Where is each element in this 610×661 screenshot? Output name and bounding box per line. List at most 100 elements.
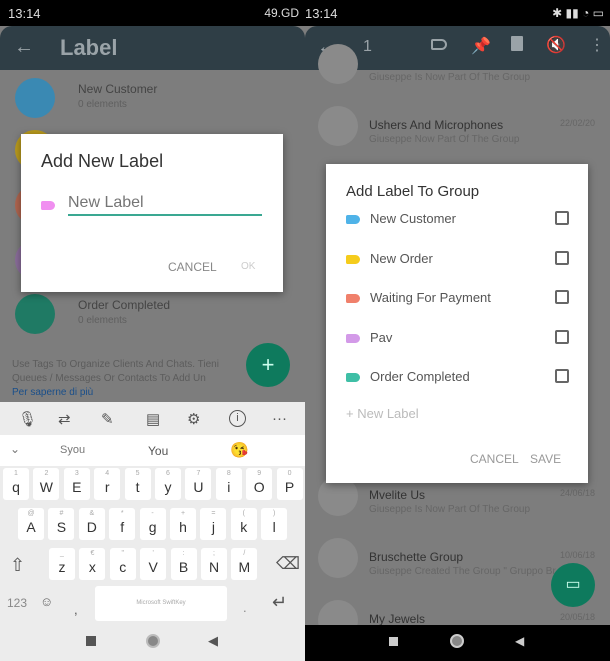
dialog-title: Add New Label — [41, 151, 164, 171]
suggestion[interactable]: You — [148, 444, 168, 458]
key-label: V — [148, 559, 158, 575]
add-label-fab[interactable]: + — [246, 343, 290, 387]
add-label-to-group-dialog: Add Label To Group New Customer New Order… — [326, 164, 588, 483]
key[interactable]: ' V — [140, 548, 167, 580]
key[interactable]: (k — [230, 508, 257, 540]
status-bar: 13:14 ✱ ▮▮ ◔ ▭ — [305, 0, 610, 26]
key[interactable]: + h — [170, 508, 196, 540]
key[interactable]: " c — [109, 548, 136, 580]
period-key[interactable]: . — [243, 600, 247, 615]
key[interactable]: 6y — [155, 468, 181, 500]
gear-icon[interactable]: ⚙ — [187, 410, 200, 428]
suggestion-emoji[interactable]: 😘 — [230, 441, 249, 459]
comma-key[interactable]: , — [74, 602, 78, 617]
back-icon[interactable]: ◀ — [208, 633, 218, 649]
key[interactable]: * f — [109, 508, 136, 540]
learn-more-link[interactable]: Per saperne di più — [12, 387, 93, 398]
label-name: Pav — [370, 329, 393, 345]
key-alt: 8 — [226, 470, 231, 477]
chat-title[interactable]: My Jewels — [369, 612, 425, 626]
new-chat-fab[interactable]: ▭ — [551, 563, 595, 607]
pen-icon[interactable]: ✎ — [101, 410, 114, 428]
key[interactable]: :B — [170, 548, 197, 580]
shift-icon[interactable]: ⇧ — [10, 555, 25, 576]
key[interactable]: 5t — [124, 468, 151, 500]
key[interactable]: 0P — [276, 468, 303, 500]
pin-icon[interactable]: 📌 — [471, 36, 491, 56]
delete-icon[interactable] — [511, 36, 523, 51]
key-alt: * — [120, 510, 124, 517]
label-tag-icon — [346, 254, 360, 264]
dialog-title: Add Label To Group — [346, 183, 480, 200]
new-label-button[interactable]: + New Label — [346, 406, 419, 421]
backspace-icon[interactable]: ⌫ — [276, 554, 300, 574]
label-checkbox[interactable] — [555, 211, 569, 225]
key[interactable]: 3E — [63, 468, 90, 500]
emoji-icon[interactable]: ☺ — [40, 594, 53, 609]
key[interactable]: 2W — [33, 468, 60, 500]
label-checkbox[interactable] — [555, 290, 569, 304]
label-tag-icon — [41, 201, 55, 210]
label-icon[interactable] — [431, 39, 447, 50]
more-icon[interactable]: ⋮ — [589, 35, 605, 55]
suggestion[interactable]: Syou — [60, 444, 85, 456]
key[interactable]: 4r — [94, 468, 121, 500]
label-tag-icon — [346, 373, 360, 382]
key[interactable]: -g — [139, 508, 166, 540]
key[interactable]: 7U — [185, 468, 212, 500]
add-new-label-dialog: Add New Label CANCEL OK — [21, 134, 283, 292]
key[interactable]: 8i — [215, 468, 242, 500]
key[interactable]: / M — [231, 548, 258, 580]
label-checkbox[interactable] — [555, 369, 569, 383]
translate-icon[interactable]: ⇄ — [58, 410, 71, 428]
chat-date: 10/06/18 — [560, 550, 596, 560]
home-icon[interactable] — [450, 634, 464, 648]
key[interactable]: @ A — [18, 508, 44, 540]
chat-title[interactable]: Bruschette Group — [369, 550, 463, 564]
save-button[interactable]: SAVE — [530, 452, 561, 466]
more-icon[interactable]: ··· — [272, 410, 287, 427]
enter-icon[interactable]: ↵ — [272, 592, 287, 613]
selection-count: 1 — [363, 38, 372, 55]
key-label: B — [178, 559, 189, 575]
key[interactable]: € x — [79, 548, 106, 580]
label-checkbox[interactable] — [555, 329, 569, 344]
key-label: c — [119, 559, 127, 575]
cancel-button[interactable]: CANCEL — [470, 452, 519, 466]
key[interactable]: # S — [48, 508, 75, 540]
label-tag-icon — [346, 333, 360, 343]
numbers-key[interactable]: 123 — [7, 596, 27, 610]
info-icon[interactable]: i — [229, 410, 246, 427]
mute-icon[interactable]: 🔇 — [546, 35, 566, 55]
label-checkbox[interactable] — [555, 250, 569, 265]
ok-button[interactable]: OK — [241, 261, 255, 272]
key[interactable]: ) l — [261, 508, 288, 540]
key-alt: ( — [242, 510, 245, 517]
key-alt: 7 — [196, 470, 201, 477]
key-label: W — [39, 479, 53, 495]
mic-icon[interactable]: 🎙 — [18, 410, 37, 428]
key[interactable]: & D — [78, 508, 105, 540]
key[interactable]: 1q — [3, 468, 29, 500]
back-icon[interactable]: ◀ — [515, 634, 524, 648]
status-icons: ✱ ▮▮ ◔ ▭ — [552, 6, 604, 20]
key[interactable]: 9O — [246, 468, 273, 500]
chat-title[interactable]: Mvelite Us — [369, 488, 425, 502]
home-icon[interactable] — [146, 634, 160, 648]
key[interactable]: _ z — [49, 548, 75, 580]
recents-icon[interactable] — [389, 637, 398, 646]
label-name-input[interactable] — [68, 192, 262, 216]
clipboard-icon[interactable]: ▤ — [146, 410, 160, 428]
key[interactable]: ; N — [201, 548, 227, 580]
key-alt: 4 — [105, 470, 110, 477]
collapse-icon[interactable]: ⌄ — [10, 442, 20, 456]
page-title: Label — [60, 35, 118, 60]
key-label: E — [72, 479, 82, 495]
chat-title[interactable]: Ushers And Microphones — [369, 118, 503, 132]
cancel-button[interactable]: CANCEL — [168, 260, 217, 274]
recents-icon[interactable] — [86, 636, 96, 646]
label-tag-icon — [346, 294, 360, 303]
back-arrow-icon[interactable]: ← — [14, 36, 34, 59]
space-bar[interactable]: Microsoft SwiftKey — [95, 586, 227, 621]
key[interactable]: = j — [200, 508, 227, 540]
